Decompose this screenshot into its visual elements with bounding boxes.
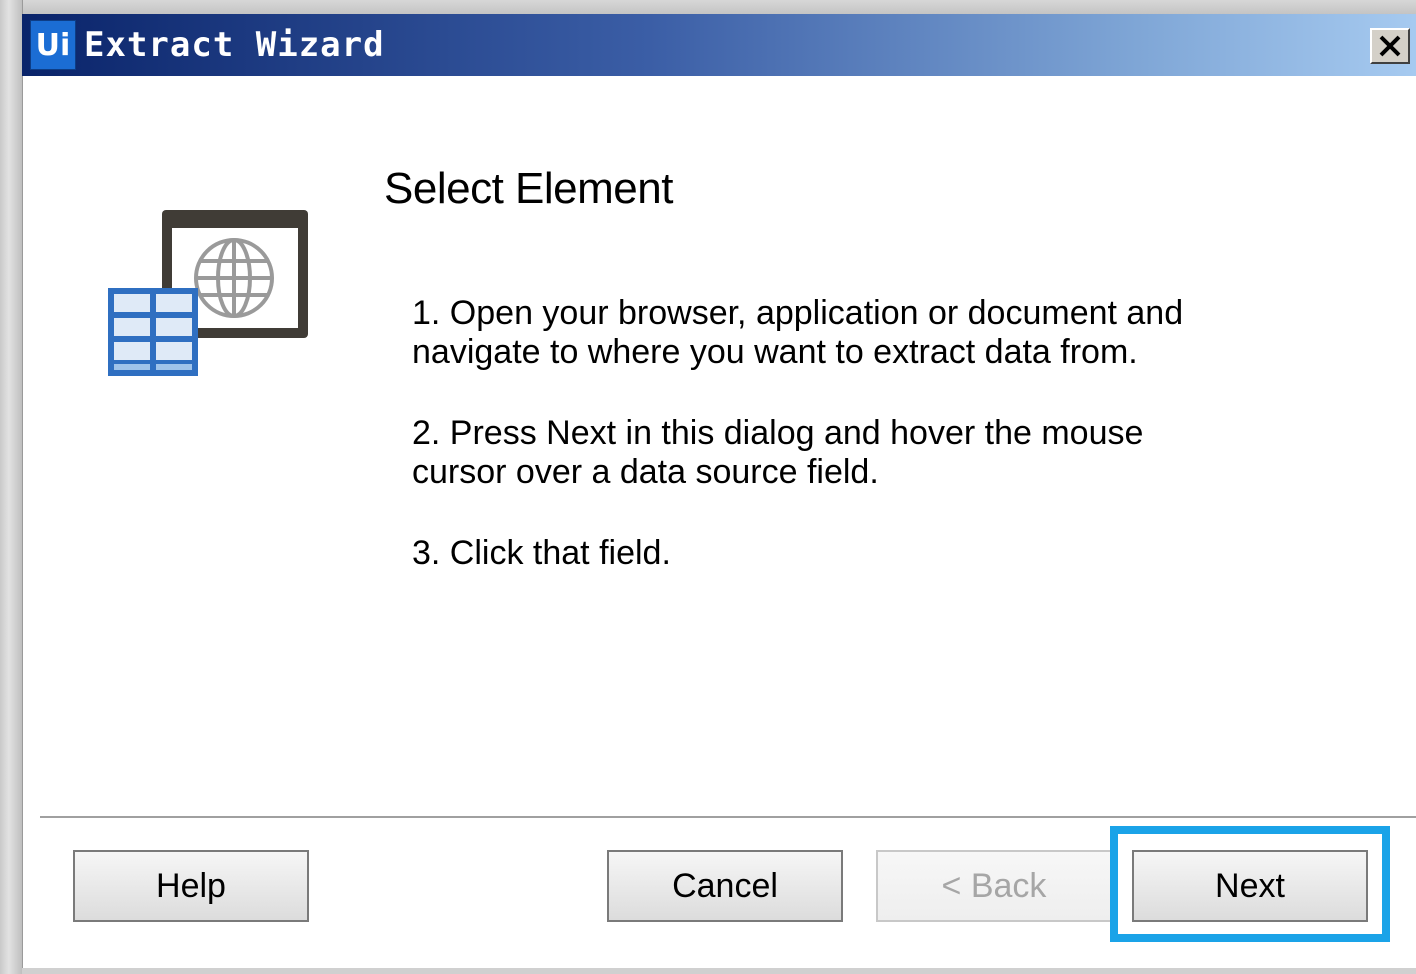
window-frame-top [0,0,1416,14]
back-button[interactable]: < Back [876,850,1112,922]
instruction-step-2: 2. Press Next in this dialog and hover t… [412,414,1144,491]
extract-wizard-window: Ui Extract Wizard Select Element 1. Open… [0,0,1416,974]
window-frame-left [0,0,23,974]
instructions-list: 1. Open your browser, application or doc… [412,294,1292,615]
instruction-step-1: 1. Open your browser, application or doc… [412,294,1184,371]
close-icon [1379,35,1401,57]
cancel-button[interactable]: Cancel [607,850,843,922]
help-button[interactable]: Help [73,850,309,922]
close-button[interactable] [1370,28,1410,64]
wizard-content: Select Element 1. Open your browser, app… [24,76,1416,974]
footer-separator [40,816,1416,819]
next-button[interactable]: Next [1132,850,1368,922]
table-browser-globe-icon [108,210,308,376]
page-heading: Select Element [384,164,673,213]
window-title: Extract Wizard [84,25,385,65]
instruction-step-3: 3. Click that field. [412,534,671,572]
app-logo-icon: Ui [30,20,76,70]
title-bar[interactable]: Ui Extract Wizard [22,14,1416,76]
window-frame-bottom [22,968,1416,974]
